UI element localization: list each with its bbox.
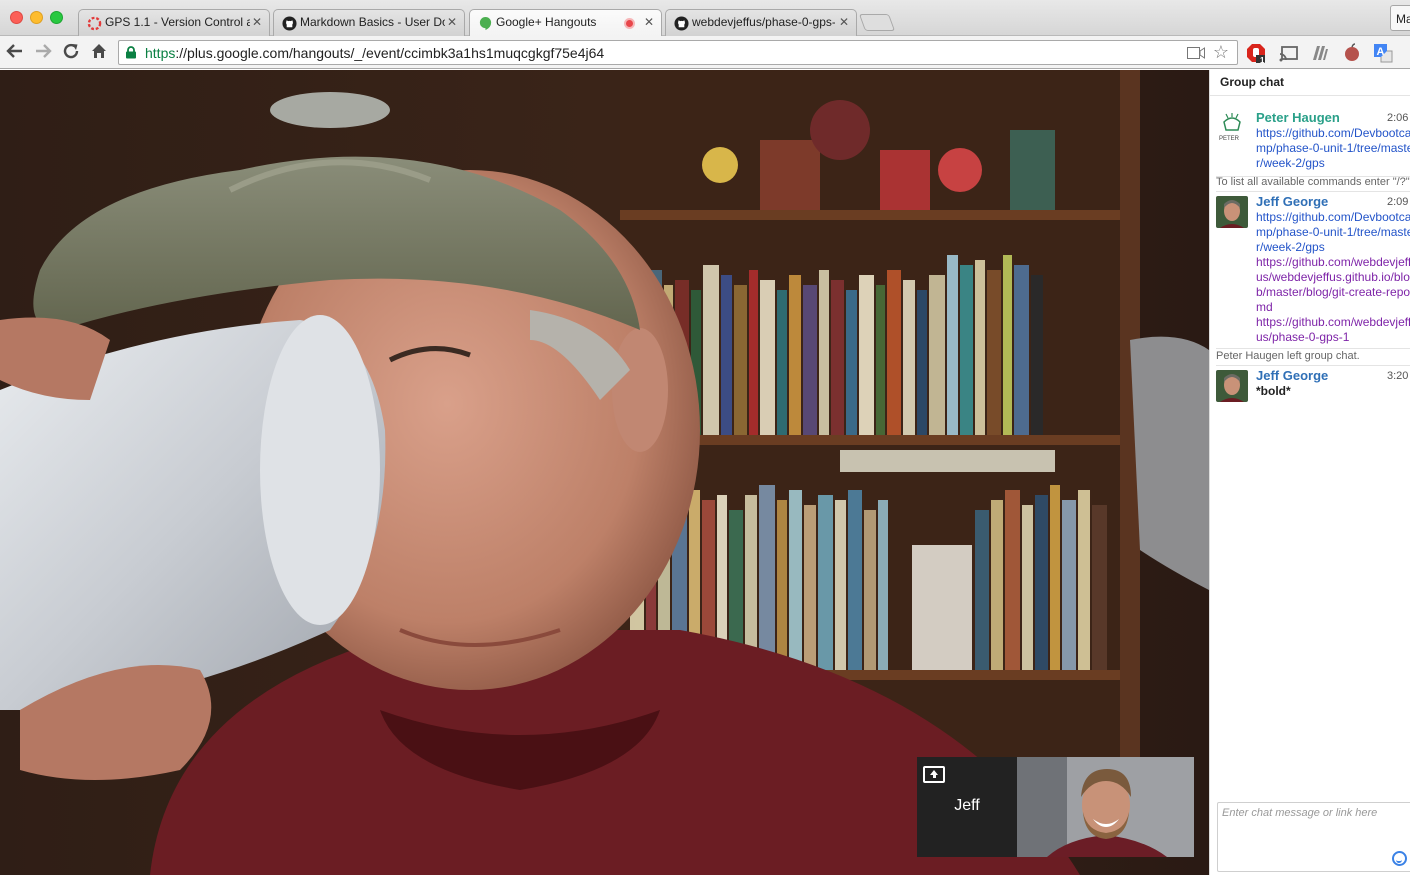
self-name-label: Jeff (954, 797, 980, 814)
github-icon (282, 16, 297, 31)
window-minimize-button[interactable] (30, 11, 43, 24)
message-link[interactable]: https://github.com/Devbootcamp/phase-0-u… (1256, 210, 1410, 255)
reload-icon (63, 43, 79, 59)
tab-gps-version-control[interactable]: GPS 1.1 - Version Control an ✕ (78, 9, 270, 36)
participant-video-image (1017, 757, 1194, 857)
tab-google-hangouts[interactable]: Google+ Hangouts ✕ (469, 9, 662, 36)
reading-icon[interactable] (1310, 43, 1330, 63)
camera-in-use-icon[interactable] (1187, 47, 1205, 59)
window-close-button[interactable] (10, 11, 23, 24)
tab-label: Markdown Basics - User Do (300, 15, 445, 29)
tab-label: webdevjeffus/phase-0-gps-1 (692, 15, 835, 29)
divider (1216, 348, 1410, 349)
hangouts-icon (479, 16, 492, 31)
chat-message-input[interactable] (1222, 807, 1410, 819)
back-button[interactable] (5, 42, 25, 62)
adblock-count-badge: 1 (1260, 56, 1265, 65)
tab-close-icon[interactable]: ✕ (839, 15, 849, 29)
avatar: PETER (1216, 112, 1248, 144)
avatar (1216, 370, 1248, 402)
chat-input-box[interactable] (1217, 802, 1410, 872)
tab-markdown-basics[interactable]: Markdown Basics - User Do ✕ (273, 9, 465, 36)
chat-title: Group chat (1220, 75, 1285, 89)
home-button[interactable] (89, 42, 109, 62)
participant-filmstrip: Jeff (917, 757, 1194, 857)
message-link[interactable]: https://github.com/Devbootcamp/phase-0-u… (1256, 126, 1410, 170)
apple-icon[interactable] (1342, 43, 1362, 63)
github-icon (674, 16, 689, 31)
recording-indicator-icon (624, 18, 635, 29)
url-scheme: https (145, 45, 176, 61)
message-time: 2:09 (1387, 196, 1409, 208)
tab-close-icon[interactable]: ✕ (447, 15, 457, 29)
svg-text:PETER: PETER (1219, 136, 1240, 142)
address-bar[interactable]: https://plus.google.com/hangouts/_/event… (118, 40, 1238, 65)
message-body: https://github.com/Devbootcamp/phase-0-u… (1256, 126, 1410, 171)
message-sender[interactable]: Jeff George (1256, 368, 1328, 383)
loading-ring-icon (87, 16, 102, 31)
system-message: Peter Haugen left group chat. (1216, 350, 1360, 362)
group-chat-panel: Group chat PETER Peter Haugen 2:06 https… (1209, 70, 1410, 875)
avatar-image (1216, 196, 1248, 228)
message-text: *bold* (1256, 384, 1291, 398)
avatar-image: PETER (1216, 112, 1248, 144)
message-body: *bold* (1256, 384, 1410, 399)
browser-toolbar: https://plus.google.com/hangouts/_/event… (0, 36, 1410, 69)
url-text: https://plus.google.com/hangouts/_/event… (145, 45, 604, 61)
message-link[interactable]: https://github.com/webdevjeffus/webdevje… (1256, 255, 1410, 315)
tab-label: Google+ Hangouts (496, 15, 597, 29)
arrow-right-icon (36, 44, 52, 58)
divider (1210, 95, 1410, 96)
message-time: 3:20 (1387, 370, 1409, 382)
main-video-feed: Jeff (0, 70, 1209, 875)
system-message: To list all available commands enter "/?… (1216, 176, 1410, 188)
present-to-all-icon[interactable] (923, 766, 945, 783)
self-view-tile[interactable]: Jeff (917, 757, 1017, 857)
cast-icon[interactable] (1279, 43, 1299, 63)
message-body: https://github.com/Devbootcamp/phase-0-u… (1256, 210, 1410, 345)
main-video-image (0, 70, 1209, 875)
window-zoom-button[interactable] (50, 11, 63, 24)
lock-icon (126, 46, 136, 59)
chat-message: Jeff George 2:09 https://github.com/Devb… (1210, 192, 1410, 347)
avatar (1216, 196, 1248, 228)
emoji-icon[interactable] (1392, 851, 1407, 866)
bookmark-star-icon[interactable]: ☆ (1213, 42, 1229, 63)
message-time: 2:06 (1387, 112, 1409, 124)
tab-label: GPS 1.1 - Version Control an (105, 15, 250, 29)
forward-button[interactable] (33, 42, 53, 62)
translate-icon[interactable]: A (1373, 43, 1393, 63)
profile-button[interactable]: Ma (1390, 5, 1410, 31)
tab-close-icon[interactable]: ✕ (252, 15, 262, 29)
home-icon (92, 44, 106, 58)
tab-webdevjeffus-repo[interactable]: webdevjeffus/phase-0-gps-1 ✕ (665, 9, 857, 36)
participant-video-thumbnail[interactable] (1017, 757, 1194, 857)
reload-button[interactable] (61, 42, 81, 62)
message-link[interactable]: https://github.com/webdevjeffus/phase-0-… (1256, 315, 1410, 345)
url-path: ://plus.google.com/hangouts/_/event/ccim… (175, 45, 605, 61)
arrow-left-icon (6, 44, 22, 58)
chat-message: Jeff George 3:20 *bold* (1210, 366, 1410, 406)
chat-message: PETER Peter Haugen 2:06 https://github.c… (1210, 108, 1410, 176)
message-sender[interactable]: Jeff George (1256, 194, 1328, 209)
tab-close-icon[interactable]: ✕ (644, 15, 654, 29)
browser-tab-strip: GPS 1.1 - Version Control an ✕ Markdown … (0, 0, 1410, 36)
avatar-image (1216, 370, 1248, 402)
message-sender[interactable]: Peter Haugen (1256, 110, 1340, 125)
new-tab-button[interactable] (858, 14, 896, 31)
